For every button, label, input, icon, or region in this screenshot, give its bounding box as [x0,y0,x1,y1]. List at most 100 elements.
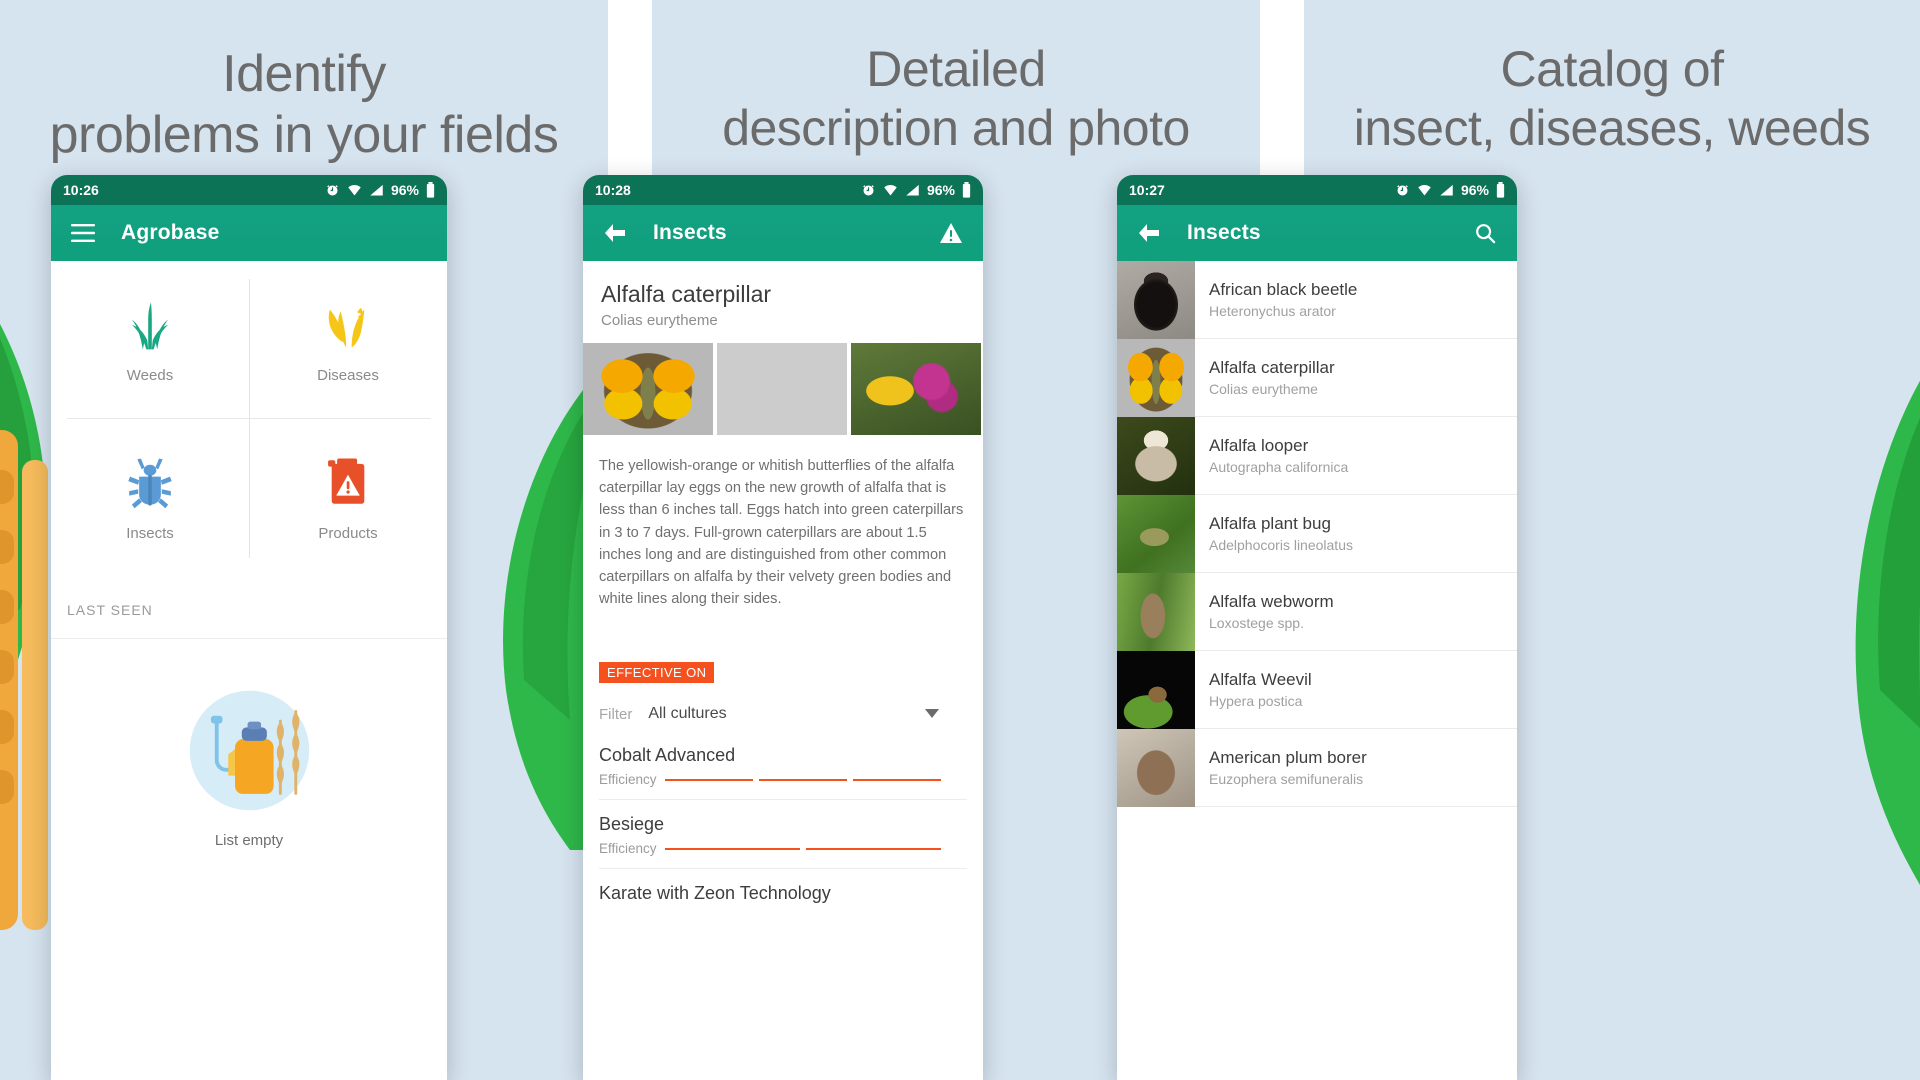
chevron-down-icon[interactable] [925,705,939,723]
panel-1-headline: Identify problems in your fields [0,44,608,167]
chemical-canister-icon [328,458,365,504]
back-arrow-icon[interactable] [601,219,629,247]
efficiency-bar [664,847,800,850]
battery-icon [962,182,971,198]
list-item-thumbnail [1117,495,1195,573]
product-name: Karate with Zeon Technology [599,883,831,904]
list-item-latin: Hypera postica [1209,693,1303,709]
list-item-latin: Heteronychus arator [1209,303,1336,319]
list-item-name: Alfalfa plant bug [1209,514,1331,533]
panel-3-headline: Catalog of insect, diseases, weeds [1304,40,1920,158]
filter-value[interactable]: All cultures [648,705,726,723]
status-badge: EFFECTIVE ON [599,662,715,684]
efficiency-bars [664,847,941,850]
last-seen-section-label: LAST SEEN [67,602,153,618]
app-bar: Insects [583,205,983,261]
app-bar: Insects [1117,205,1517,261]
headline-line-1: Detailed [866,41,1046,97]
efficiency-bar [852,778,941,781]
efficiency-bar [664,778,753,781]
product-name: Besiege [599,814,665,835]
description-card: The yellowish-orange or whitish butterfl… [583,441,983,633]
list-item-thumbnail [1117,417,1195,495]
headline-line-2: insect, diseases, weeds [1353,100,1871,156]
wifi-icon [348,184,361,195]
list-item-name: Alfalfa looper [1209,436,1309,455]
list-item-name: Alfalfa Weevil [1209,670,1312,689]
effective-on-card: EFFECTIVE ON Filter All cultures Cobalt … [583,644,983,905]
list-item[interactable]: Alfalfa plant bug Adelphocoris lineolatu… [1117,495,1517,573]
efficiency-label: Efficiency [599,841,657,857]
app-title: Insects [653,221,727,244]
list-item-latin: Euzophera semifuneralis [1209,771,1364,787]
product-item[interactable]: Karate with Zeon Technology [599,883,967,904]
alarm-icon [327,184,338,195]
leaf-decoration-right [1855,380,1920,885]
battery-percent: 96% [390,182,419,198]
app-title: Insects [1187,221,1261,244]
detail-latin-name: Colias eurytheme [601,312,718,329]
list-item[interactable]: Alfalfa looper Autographa californica [1117,417,1517,495]
wifi-icon [884,184,897,195]
list-item[interactable]: Alfalfa Weevil Hypera postica [1117,651,1517,729]
gallery-thumb[interactable] [717,343,847,435]
category-label: Products [318,525,378,542]
list-item[interactable]: Alfalfa caterpillar Colias eurytheme [1117,339,1517,417]
efficiency-bar [758,778,847,781]
home-category-grid: Weeds Diseases Insects Products [51,261,447,576]
category-label: Diseases [317,367,379,384]
empty-state-label: List empty [214,832,284,849]
category-diseases[interactable]: Diseases [249,261,447,418]
signal-icon [370,184,383,195]
battery-percent: 96% [926,182,955,198]
efficiency-label: Efficiency [599,772,657,788]
list-item[interactable]: American plum borer Euzophera semifunera… [1117,729,1517,807]
gallery-thumb[interactable] [583,343,713,435]
phone-mockup-catalog: 10:27 96% Insects African black beetle H… [1117,175,1517,1080]
battery-icon [426,182,435,198]
efficiency-row: Efficiency [599,841,967,856]
phone-mockup-home: 10:26 96% Agrobase Weeds Diseases Insect… [51,175,447,1080]
app-bar: Agrobase [51,205,447,261]
category-label: Insects [126,525,174,542]
product-item[interactable]: Besiege Efficiency [599,814,967,856]
list-item[interactable]: Alfalfa webworm Loxostege spp. [1117,573,1517,651]
efficiency-bars [664,778,941,781]
search-icon[interactable] [1471,219,1499,247]
list-item[interactable]: African black beetle Heteronychus arator [1117,261,1517,339]
headline-line-1: Catalog of [1500,41,1724,97]
status-time: 10:26 [63,182,99,198]
gallery-thumb[interactable] [851,343,981,435]
category-insects[interactable]: Insects [51,419,249,576]
photo-gallery[interactable] [583,343,983,435]
wifi-icon [1418,184,1431,195]
insect-list: African black beetle Heteronychus arator… [1117,261,1517,807]
product-item[interactable]: Cobalt Advanced Efficiency [599,745,967,787]
category-products[interactable]: Products [249,419,447,576]
list-item-thumbnail [1117,573,1195,651]
warning-triangle-icon[interactable] [937,219,965,247]
list-item-thumbnail [1117,261,1195,339]
grass-icon [131,302,169,350]
category-weeds[interactable]: Weeds [51,261,249,418]
hamburger-menu-icon[interactable] [69,219,97,247]
app-title: Agrobase [121,221,220,244]
signal-icon [906,184,919,195]
list-item-latin: Autographa californica [1209,459,1349,475]
back-arrow-icon[interactable] [1135,219,1163,247]
leaf-decoration-right [503,361,608,850]
signal-icon [1440,184,1453,195]
filter-row[interactable]: Filter All cultures [599,705,967,723]
list-item-thumbnail [1117,729,1195,807]
list-item-latin: Adelphocoris lineolatus [1209,537,1353,553]
alarm-icon [1397,184,1408,195]
status-bar: 10:26 96% [51,175,447,205]
status-time: 10:28 [595,182,631,198]
list-item-latin: Colias eurytheme [1209,381,1318,397]
list-item-latin: Loxostege spp. [1209,615,1304,631]
sprayer-wheat-illustration [189,690,309,811]
battery-icon [1496,182,1505,198]
list-item-thumbnail [1117,339,1195,417]
phone-mockup-detail: 10:28 96% Insects Alfalfa caterpillar Co… [583,175,983,1080]
list-item-name: American plum borer [1209,748,1367,767]
